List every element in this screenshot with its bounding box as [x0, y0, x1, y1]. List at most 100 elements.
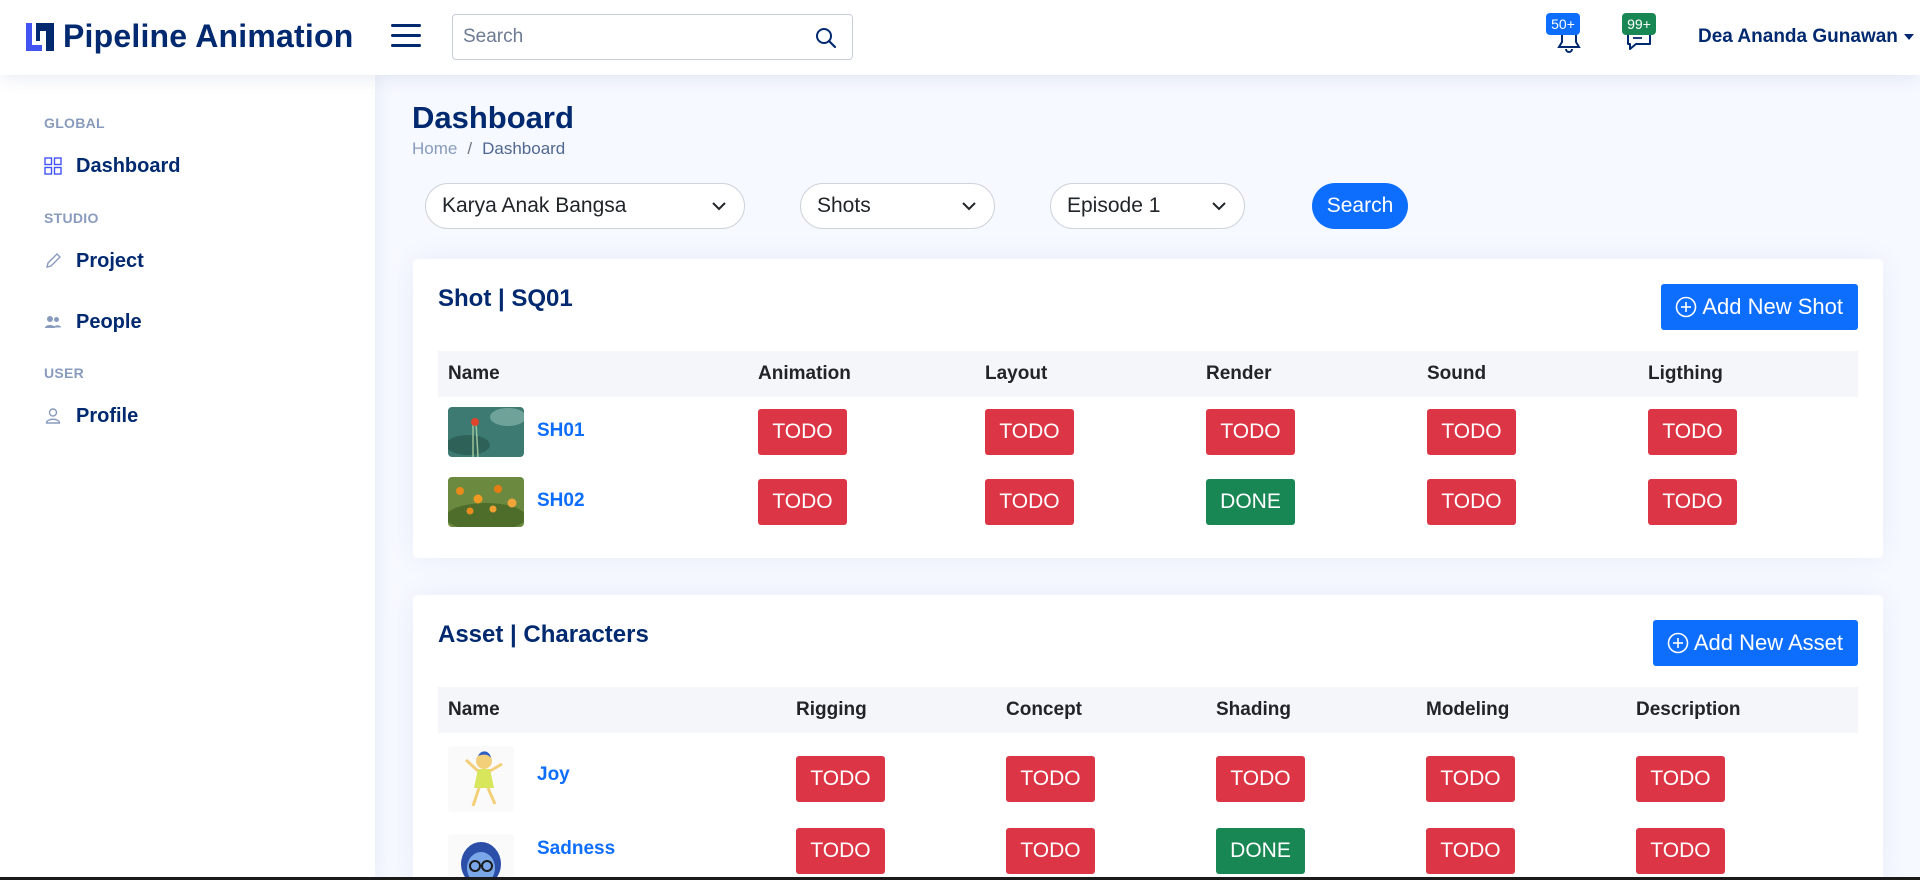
add-new-asset-button[interactable]: Add New Asset	[1652, 620, 1858, 666]
column-header: Name	[448, 699, 500, 720]
table-row: Joy TODO TODO TODO TODO TODO	[438, 738, 1858, 828]
shots-card-title: Shot | SQ01	[438, 285, 573, 312]
page-title: Dashboard	[412, 100, 574, 135]
status-badge[interactable]: TODO	[1426, 756, 1515, 802]
search-icon[interactable]	[814, 26, 838, 50]
status-badge[interactable]: TODO	[985, 479, 1074, 525]
status-badge[interactable]: TODO	[1006, 756, 1095, 802]
shots-card: Shot | SQ01 Add New Shot Name Animation …	[413, 259, 1883, 558]
status-badge[interactable]: TODO	[1648, 409, 1737, 455]
asset-name-link[interactable]: Sadness	[537, 838, 615, 860]
breadcrumb: Home / Dashboard	[412, 139, 565, 159]
person-icon	[45, 408, 61, 424]
search-bar	[452, 14, 853, 60]
plus-circle-icon	[1667, 632, 1689, 654]
status-badge[interactable]: TODO	[1427, 409, 1516, 455]
sidebar-heading-global: GLOBAL	[44, 115, 105, 131]
status-badge[interactable]: TODO	[1427, 479, 1516, 525]
sidebar-item-label: Project	[76, 249, 144, 272]
grid-icon	[44, 157, 62, 175]
sidebar-heading-studio: STUDIO	[44, 210, 99, 226]
chevron-down-icon	[1212, 202, 1226, 211]
column-header: Shading	[1216, 699, 1291, 720]
sidebar-item-label: People	[76, 310, 142, 333]
notifications-button[interactable]: 50+	[1546, 13, 1584, 54]
status-badge[interactable]: TODO	[1006, 828, 1095, 874]
user-profile-dropdown[interactable]: Dea Ananda Gunawan	[1698, 26, 1914, 48]
status-badge[interactable]: TODO	[1648, 479, 1737, 525]
chevron-down-icon	[962, 202, 976, 211]
shot-thumbnail	[448, 477, 524, 527]
type-select-value: Shots	[817, 194, 871, 217]
column-header: Render	[1206, 363, 1272, 384]
column-header: Concept	[1006, 699, 1082, 720]
logo-icon	[26, 22, 54, 51]
character-thumbnail-sadness	[448, 834, 514, 880]
status-badge[interactable]: DONE	[1206, 479, 1295, 525]
sidebar-heading-user: USER	[44, 365, 85, 381]
type-select[interactable]: Shots	[800, 183, 995, 229]
people-icon	[45, 316, 61, 328]
episode-select[interactable]: Episode 1	[1050, 183, 1245, 229]
assets-card-title: Asset | Characters	[438, 621, 649, 648]
status-badge[interactable]: TODO	[1636, 756, 1725, 802]
sidebar-item-profile[interactable]: Profile	[44, 399, 138, 433]
assets-table-header: Name Rigging Concept Shading Modeling De…	[438, 687, 1858, 733]
search-input[interactable]	[463, 23, 793, 51]
column-header: Rigging	[796, 699, 867, 720]
status-badge[interactable]: TODO	[985, 409, 1074, 455]
status-badge[interactable]: TODO	[796, 828, 885, 874]
add-new-shot-button[interactable]: Add New Shot	[1661, 284, 1858, 330]
add-new-shot-label: Add New Shot	[1702, 294, 1843, 319]
table-row: SH02 TODO TODO DONE TODO TODO	[438, 467, 1858, 537]
column-header: Ligthing	[1648, 363, 1723, 384]
status-badge[interactable]: TODO	[758, 479, 847, 525]
status-badge[interactable]: TODO	[1216, 756, 1305, 802]
column-header: Modeling	[1426, 699, 1510, 720]
status-badge[interactable]: TODO	[758, 409, 847, 455]
table-row: SH01 TODO TODO TODO TODO TODO	[438, 397, 1858, 467]
assets-card: Asset | Characters Add New Asset Name Ri…	[413, 595, 1883, 880]
sidebar-item-people[interactable]: People	[44, 305, 142, 339]
episode-select-value: Episode 1	[1067, 194, 1161, 217]
menu-toggle-button[interactable]	[391, 24, 421, 50]
messages-badge: 99+	[1622, 13, 1656, 35]
sidebar: GLOBAL Dashboard STUDIO Project People U…	[0, 75, 375, 880]
top-header: Pipeline Animation 50+ 99+ Dea Ananda Gu…	[0, 0, 1920, 75]
status-badge[interactable]: DONE	[1216, 828, 1305, 874]
status-badge[interactable]: TODO	[1206, 409, 1295, 455]
add-new-asset-label: Add New Asset	[1693, 630, 1843, 655]
column-header: Description	[1636, 699, 1741, 720]
notifications-badge: 50+	[1546, 13, 1580, 35]
status-badge[interactable]: TODO	[1636, 828, 1725, 874]
sidebar-item-label: Dashboard	[76, 154, 181, 177]
app-logo[interactable]: Pipeline Animation	[24, 18, 353, 55]
status-badge[interactable]: TODO	[796, 756, 885, 802]
shot-name-link[interactable]: SH02	[537, 490, 585, 512]
column-header: Sound	[1427, 363, 1487, 384]
sidebar-item-dashboard[interactable]: Dashboard	[44, 149, 180, 183]
status-badge[interactable]: TODO	[1426, 828, 1515, 874]
table-row: Sadness TODO TODO DONE TODO TODO	[438, 828, 1858, 880]
breadcrumb-home[interactable]: Home	[412, 139, 457, 159]
messages-button[interactable]: 99+	[1622, 13, 1656, 54]
column-header: Animation	[758, 363, 851, 384]
chevron-down-icon	[712, 202, 726, 211]
filter-search-button[interactable]: Search	[1312, 183, 1408, 229]
sidebar-item-label: Profile	[76, 404, 139, 427]
user-name: Dea Ananda Gunawan	[1698, 26, 1898, 47]
shots-table-header: Name Animation Layout Render Sound Ligth…	[438, 351, 1858, 397]
column-header: Layout	[985, 363, 1048, 384]
app-title: Pipeline Animation	[63, 18, 354, 54]
project-select[interactable]: Karya Anak Bangsa	[425, 183, 745, 229]
caret-down-icon	[1903, 34, 1914, 40]
breadcrumb-current: Dashboard	[482, 139, 566, 158]
shot-name-link[interactable]: SH01	[537, 420, 585, 442]
project-select-value: Karya Anak Bangsa	[442, 194, 627, 217]
asset-name-link[interactable]: Joy	[537, 764, 570, 786]
hamburger-icon	[391, 24, 421, 27]
sidebar-item-project[interactable]: Project	[44, 244, 144, 278]
plus-circle-icon	[1676, 296, 1697, 318]
character-thumbnail-joy	[448, 746, 514, 812]
pencil-icon	[46, 253, 61, 268]
